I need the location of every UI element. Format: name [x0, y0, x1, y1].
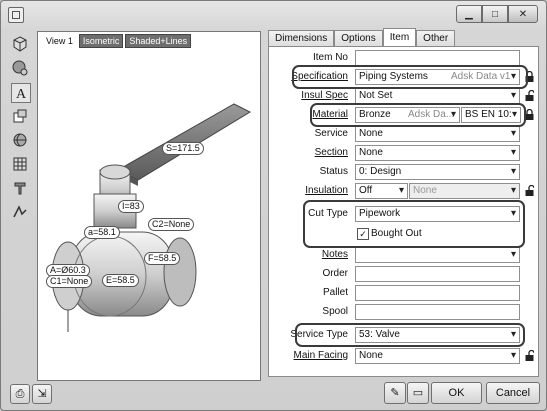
unlock-icon[interactable] — [525, 350, 534, 361]
dim-label: C2=None — [148, 218, 195, 231]
material-highlight — [310, 103, 526, 127]
unlock-icon[interactable] — [525, 185, 534, 196]
unlock-icon[interactable] — [525, 90, 534, 101]
tab-item[interactable]: Item — [382, 28, 417, 47]
insul-spec-link[interactable]: Insul Spec — [301, 90, 348, 101]
item-tab-content: Item No Specification Piping Systems Ads… — [268, 46, 539, 377]
notes-link[interactable]: Notes — [322, 249, 348, 260]
pallet-label: Pallet — [322, 287, 348, 298]
order-label: Order — [322, 268, 348, 279]
notes-dropdown[interactable] — [355, 247, 520, 263]
sphere-icon[interactable] — [11, 59, 29, 77]
title-bar: ▁ □ ✕ — [1, 1, 546, 29]
status-dropdown[interactable]: 0: Design — [355, 164, 520, 180]
ok-button[interactable]: OK — [431, 382, 482, 404]
tab-other[interactable]: Other — [416, 30, 456, 47]
open-icon[interactable]: ▭ — [407, 382, 429, 404]
section-link[interactable]: Section — [315, 147, 348, 158]
stack-icon[interactable] — [11, 107, 29, 125]
section-dropdown[interactable]: None — [355, 145, 520, 161]
insulation-link[interactable]: Insulation — [305, 185, 348, 196]
tab-options[interactable]: Options — [334, 30, 383, 47]
dialog-window: ▁ □ ✕ A View 1 Isometric Shaded+Lines S=… — [0, 0, 547, 411]
dim-label: C1=None — [46, 275, 93, 288]
spool-field[interactable] — [355, 304, 520, 320]
service-type-highlight — [295, 323, 525, 347]
pallet-field[interactable] — [355, 285, 520, 301]
insulation-type-dropdown[interactable]: None — [409, 183, 520, 199]
lock-icon[interactable] — [525, 109, 534, 120]
maximize-icon[interactable]: □ — [482, 5, 508, 23]
export-icon[interactable]: ⇲ — [32, 384, 52, 404]
specification-highlight — [292, 65, 528, 89]
main-facing-dropdown[interactable]: None — [355, 348, 520, 364]
dim-label: S=171.5 — [162, 142, 204, 155]
dim-label: F=58.5 — [144, 252, 181, 265]
text-icon[interactable]: A — [11, 83, 31, 103]
tool-icon[interactable] — [11, 179, 29, 197]
cancel-button[interactable]: Cancel — [486, 382, 540, 404]
status-label: Status — [319, 166, 348, 177]
tab-dimensions[interactable]: Dimensions — [268, 30, 335, 47]
dim-label: E=58.5 — [102, 274, 139, 287]
globe-icon[interactable] — [11, 131, 29, 149]
dim-label: I=83 — [118, 200, 144, 213]
insul-spec-dropdown[interactable]: Not Set — [355, 88, 520, 104]
grid-icon[interactable] — [11, 155, 29, 173]
insulation-dropdown[interactable]: Off — [355, 183, 408, 199]
svg-text:A: A — [16, 87, 27, 101]
model-viewport[interactable]: View 1 Isometric Shaded+Lines S=171.5 I=… — [37, 31, 261, 381]
item-no-label: Item No — [312, 52, 348, 63]
print-icon[interactable]: ⎙ — [10, 384, 30, 404]
properties-panel: Dimensions Options Item Other Item No Sp… — [268, 28, 539, 377]
order-field[interactable] — [355, 266, 520, 282]
app-icon — [8, 7, 24, 23]
item-no-field[interactable] — [355, 50, 520, 66]
close-icon[interactable]: ✕ — [508, 5, 538, 23]
minimize-icon[interactable]: ▁ — [456, 5, 482, 23]
spool-label: Spool — [322, 306, 348, 317]
edit-icon[interactable]: ✎ — [384, 382, 406, 404]
axis-icon[interactable] — [11, 203, 29, 221]
main-facing-link[interactable]: Main Facing — [294, 350, 348, 361]
view-toolstrip: A — [8, 33, 34, 377]
cube-icon[interactable] — [11, 35, 29, 53]
service-dropdown[interactable]: None — [355, 126, 520, 142]
service-label: Service — [314, 128, 348, 139]
cut-type-highlight — [303, 200, 525, 248]
dim-label: a=58.1 — [84, 226, 120, 239]
valve-model — [51, 103, 252, 332]
